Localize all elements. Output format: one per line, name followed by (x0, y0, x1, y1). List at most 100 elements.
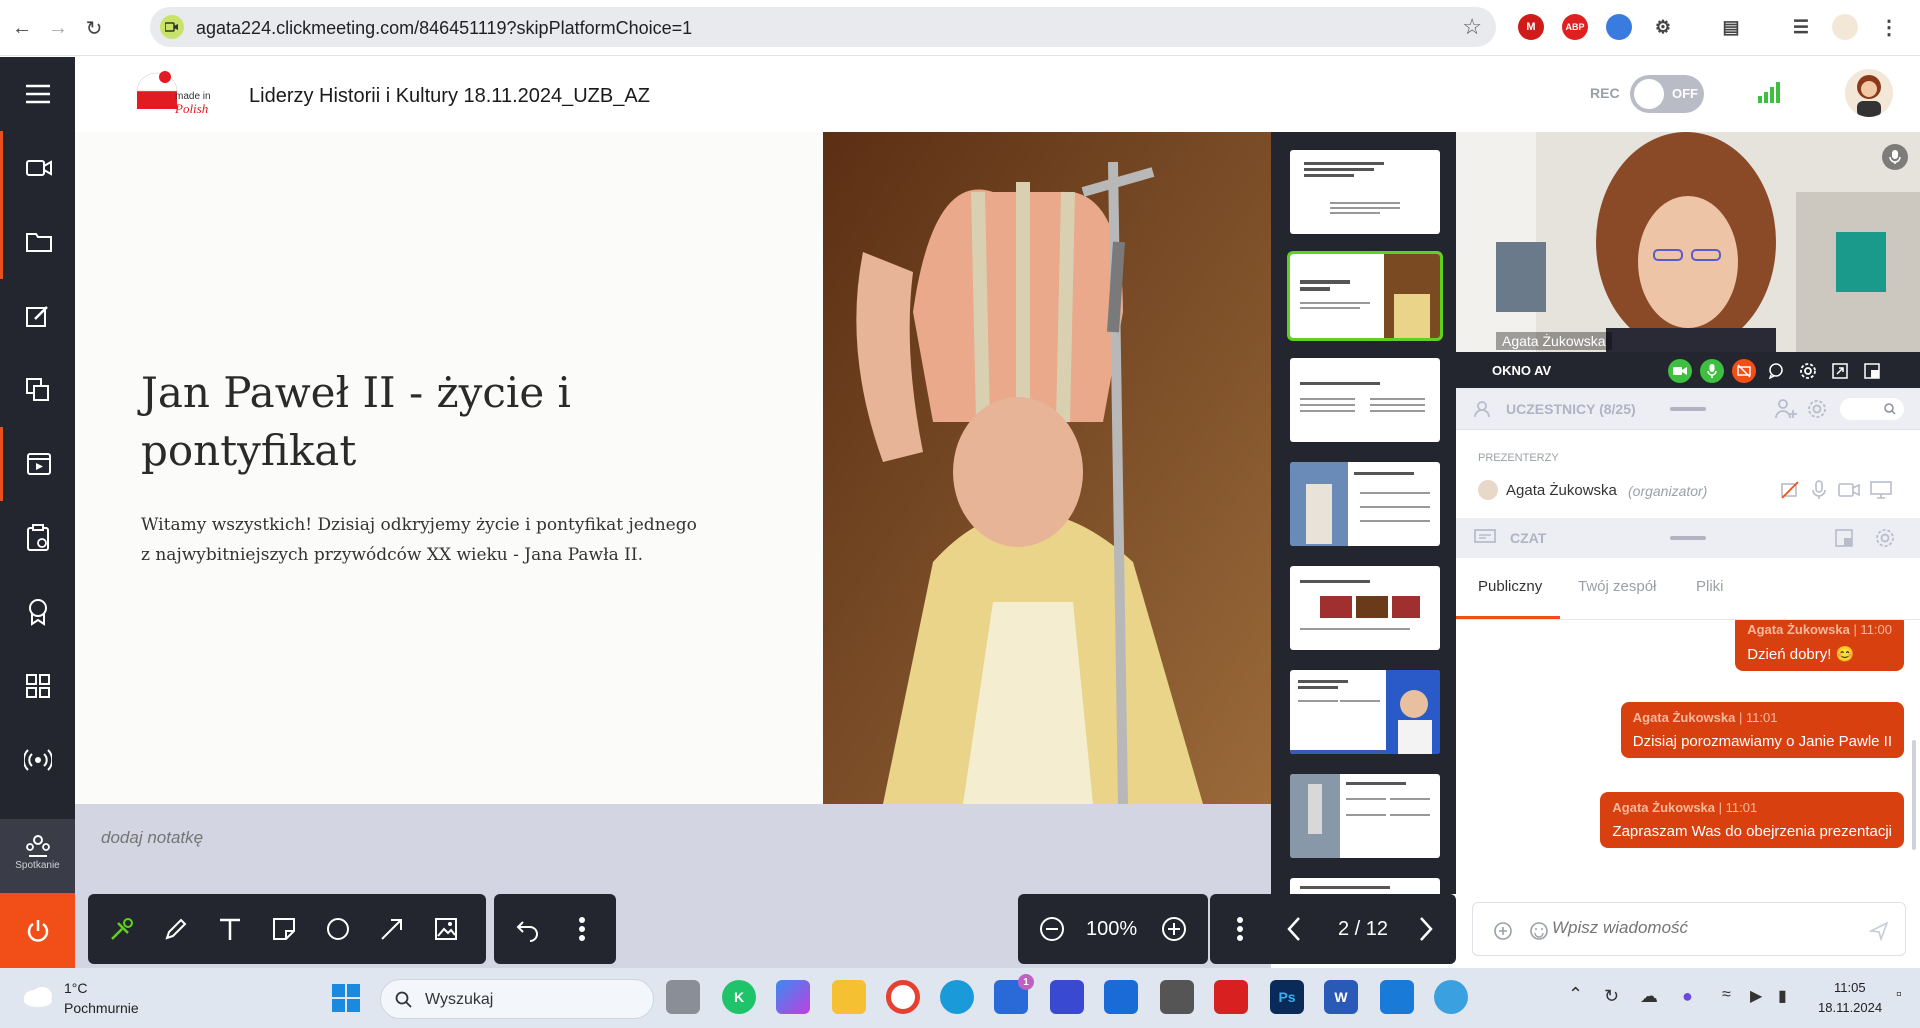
chat-popout-icon[interactable] (1834, 528, 1854, 548)
sidebar-item-tests[interactable] (0, 501, 75, 575)
file-explorer-icon[interactable] (832, 980, 866, 1014)
thumbnail-slide-4[interactable] (1290, 462, 1440, 546)
reading-list-icon[interactable]: ▤ (1718, 14, 1744, 40)
av-chat-button[interactable] (1764, 359, 1788, 383)
translate-extension-icon[interactable] (1606, 14, 1632, 40)
user-avatar[interactable] (1845, 69, 1893, 117)
adblock-extension-icon[interactable]: ABP (1562, 14, 1588, 40)
sidebar-item-media[interactable] (0, 427, 75, 501)
emoji-icon[interactable] (1529, 921, 1549, 941)
sidebar-item-apps[interactable] (0, 649, 75, 723)
task-view-icon[interactable] (666, 980, 700, 1014)
laser-pointer-button[interactable] (104, 911, 140, 947)
bookmark-star-icon[interactable]: ☆ (1462, 14, 1482, 40)
participants-search[interactable] (1840, 398, 1904, 420)
copilot-icon[interactable] (776, 980, 810, 1014)
microphone-tray-icon[interactable]: ● (1682, 986, 1693, 1007)
sidebar-item-broadcast[interactable] (0, 723, 75, 797)
chat-header[interactable]: CZAT (1456, 518, 1920, 558)
battery-icon[interactable]: ▮ (1778, 986, 1787, 1006)
store-icon[interactable]: 1 (994, 974, 1034, 1014)
pen-button[interactable] (158, 911, 194, 947)
paint-icon[interactable] (1434, 980, 1468, 1014)
forward-icon[interactable]: → (42, 12, 74, 44)
kaspersky-icon[interactable]: K (722, 980, 756, 1014)
participants-header[interactable]: UCZESTNICY (8/25) (1456, 388, 1920, 430)
recording-toggle[interactable]: OFF (1630, 75, 1704, 113)
mail-extension-icon[interactable]: M (1518, 14, 1544, 40)
chat-message-input[interactable] (1552, 918, 1852, 938)
collapse-handle[interactable] (1670, 407, 1706, 411)
chat-collapse-handle[interactable] (1670, 536, 1706, 540)
sidebar-menu[interactable] (0, 57, 75, 131)
tab-public[interactable]: Publiczny (1478, 578, 1542, 595)
insert-image-button[interactable] (428, 911, 464, 947)
sidebar-item-screenshare[interactable] (0, 353, 75, 427)
thumbnail-slide-5[interactable] (1290, 566, 1440, 650)
undo-button[interactable] (510, 911, 546, 947)
participant-row[interactable]: Agata Żukowska (organizator) (1456, 474, 1920, 508)
media-controls-icon[interactable]: ☰ (1788, 14, 1814, 40)
sidebar-item-video[interactable] (0, 131, 75, 205)
edge-icon[interactable] (940, 980, 974, 1014)
calendar-icon[interactable] (1104, 980, 1138, 1014)
taskbar-search[interactable]: Wyszukaj (380, 979, 654, 1019)
av-settings-button[interactable] (1796, 359, 1820, 383)
thumbnail-slide-1[interactable] (1290, 150, 1440, 234)
back-icon[interactable]: ← (6, 12, 38, 44)
zoom-in-button[interactable] (1156, 911, 1192, 947)
leave-meeting-button[interactable] (0, 893, 75, 968)
address-bar[interactable]: agata224.clickmeeting.com/846451119?skip… (150, 7, 1496, 47)
photoshop-icon[interactable]: Ps (1270, 980, 1304, 1014)
notes-input[interactable] (101, 828, 701, 848)
next-slide-button[interactable] (1408, 911, 1444, 947)
chat-settings-icon[interactable] (1874, 527, 1896, 549)
show-hidden-icons-icon[interactable]: ⌃ (1568, 984, 1583, 1005)
site-info-icon[interactable] (160, 15, 184, 39)
photos-icon[interactable] (1380, 980, 1414, 1014)
sync-icon[interactable]: ↻ (1604, 986, 1619, 1007)
sidebar-item-meeting[interactable]: Spotkanie (0, 819, 75, 893)
reload-icon[interactable]: ↻ (78, 12, 110, 44)
thumbnail-slide-8[interactable] (1290, 878, 1440, 894)
participants-settings-icon[interactable] (1806, 398, 1828, 420)
av-expand-button[interactable] (1828, 359, 1852, 383)
url-text[interactable]: agata224.clickmeeting.com/846451119?skip… (196, 18, 692, 39)
sidebar-item-files[interactable] (0, 205, 75, 279)
notifications-icon[interactable]: ▫ (1896, 986, 1902, 1004)
volume-icon[interactable]: ▶ (1750, 986, 1762, 1006)
app-icon-m[interactable] (1050, 980, 1084, 1014)
thumbnail-slide-6[interactable] (1290, 670, 1440, 754)
profile-avatar-icon[interactable] (1832, 14, 1858, 40)
sidebar-item-whiteboard[interactable] (0, 279, 75, 353)
sidebar-item-engagement[interactable] (0, 575, 75, 649)
zoom-out-button[interactable] (1034, 911, 1070, 947)
attach-plus-icon[interactable] (1493, 921, 1513, 941)
chrome-icon[interactable] (886, 980, 920, 1014)
mic-toggle-button[interactable] (1700, 359, 1724, 383)
windows-start-icon[interactable] (332, 984, 360, 1012)
tab-team[interactable]: Twój zespół (1578, 578, 1656, 595)
browser-menu-icon[interactable]: ⋮ (1876, 14, 1902, 40)
text-tool-button[interactable] (212, 911, 248, 947)
send-icon[interactable] (1869, 921, 1889, 941)
slide-options-button[interactable] (1222, 911, 1258, 947)
word-icon[interactable]: W (1324, 980, 1358, 1014)
arrow-tool-button[interactable] (374, 911, 410, 947)
acrobat-icon[interactable] (1214, 980, 1248, 1014)
thumbnail-slide-3[interactable] (1290, 358, 1440, 442)
add-participant-icon[interactable] (1774, 398, 1798, 420)
av-popout-button[interactable] (1860, 359, 1884, 383)
app-icon-media[interactable] (1160, 980, 1194, 1014)
wifi-icon[interactable]: ≈ (1722, 986, 1731, 1004)
previous-slide-button[interactable] (1276, 911, 1312, 947)
screen-share-off-button[interactable] (1732, 359, 1756, 383)
sticky-note-button[interactable] (266, 911, 302, 947)
shape-button[interactable] (320, 911, 356, 947)
thumbnail-slide-2[interactable] (1287, 251, 1443, 341)
more-tools-button[interactable] (564, 911, 600, 947)
chat-scrollbar[interactable] (1912, 740, 1916, 850)
extensions-puzzle-icon[interactable]: ⚙ (1650, 14, 1676, 40)
camera-toggle-button[interactable] (1668, 359, 1692, 383)
tab-files[interactable]: Pliki (1696, 578, 1724, 595)
